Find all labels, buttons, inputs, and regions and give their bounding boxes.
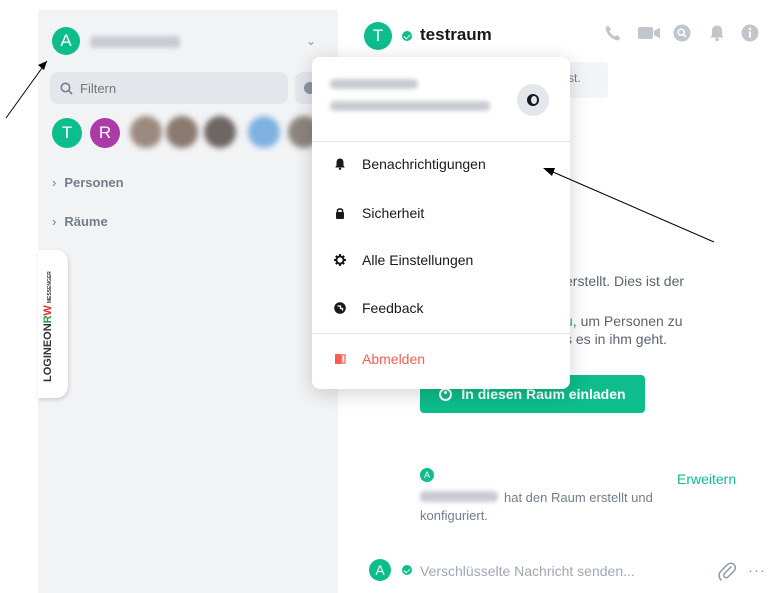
annotation-arrowhead <box>38 61 47 70</box>
app-screen: A ⌄ T R ›Personen ›Räume LOGINEONRWMESSE… <box>0 0 770 593</box>
annotation-arrow-user <box>5 60 48 119</box>
annotation-arrows <box>5 60 715 243</box>
annotation-arrow-notifications <box>545 168 715 243</box>
annotation-arrowhead <box>543 168 555 176</box>
